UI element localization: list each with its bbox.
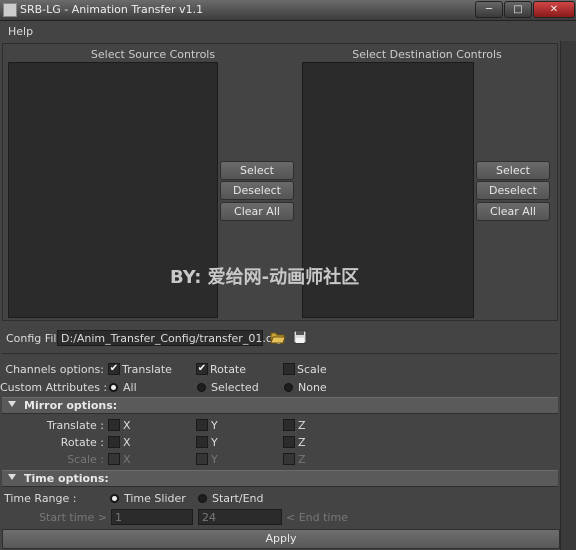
mirror-translate-z-label: Z	[298, 419, 306, 432]
scale-checkbox-label: Scale	[297, 363, 327, 376]
scrollbar[interactable]	[560, 41, 576, 550]
minimize-button[interactable]: ─	[475, 1, 503, 18]
menu-bar: Help	[0, 21, 576, 41]
time-range-label: Time Range :	[4, 492, 77, 505]
source-select-button[interactable]: Select Ctrls...	[220, 161, 294, 194]
mirror-scale-x-checkbox	[108, 453, 120, 465]
custom-attributes-label: Custom Attributes :	[0, 381, 108, 394]
source-clear-button[interactable]: Clear All	[220, 202, 294, 221]
menu-help[interactable]: Help	[8, 25, 33, 38]
scale-checkbox[interactable]	[283, 363, 295, 375]
custom-attr-selected-label: Selected	[211, 381, 259, 394]
time-options-title: Time options:	[24, 472, 109, 485]
start-end-label: Start/End	[212, 492, 264, 505]
start-time-field: 1	[111, 509, 193, 525]
save-icon[interactable]	[292, 329, 308, 345]
start-time-label: Start time >	[39, 511, 107, 524]
custom-attr-all-label: All	[123, 381, 137, 394]
destination-header: Select Destination Controls	[352, 48, 502, 61]
window-title: SRB-LG - Animation Transfer v1.1	[20, 3, 204, 16]
mirror-translate-label: Translate :	[46, 419, 104, 432]
rotate-checkbox[interactable]: ✔	[196, 363, 208, 375]
folder-open-icon[interactable]	[270, 329, 286, 345]
mirror-translate-y-label: Y	[211, 419, 218, 432]
watermark: BY: 爱给网-动画师社区	[170, 267, 360, 288]
source-header: Select Source Controls	[90, 48, 216, 61]
custom-attr-none-label: None	[298, 381, 327, 394]
mirror-rotate-y-checkbox[interactable]	[196, 436, 208, 448]
end-time-field: 24	[198, 509, 282, 525]
custom-attr-none-radio[interactable]	[284, 383, 293, 392]
rotate-checkbox-label: Rotate	[210, 363, 247, 376]
destination-clear-button[interactable]: Clear All	[476, 202, 550, 221]
end-time-label: < End time	[286, 511, 348, 524]
apply-button[interactable]: Apply	[2, 529, 560, 549]
mirror-scale-y-label: Y	[211, 453, 218, 466]
mirror-translate-y-checkbox[interactable]	[196, 419, 208, 431]
destination-select-button[interactable]: Select Ctrls...	[476, 161, 550, 194]
collapse-triangle-icon	[8, 401, 16, 407]
mirror-translate-z-checkbox[interactable]	[283, 419, 295, 431]
collapse-triangle-icon	[8, 474, 16, 480]
custom-attr-all-radio[interactable]	[109, 383, 118, 392]
translate-checkbox[interactable]: ✔	[108, 363, 120, 375]
mirror-options-header[interactable]: Mirror options:	[2, 397, 558, 414]
mirror-scale-z-label: Z	[298, 453, 306, 466]
mirror-rotate-z-checkbox[interactable]	[283, 436, 295, 448]
config-file-field[interactable]: D:/Anim_Transfer_Config/transfer_01.cfg	[57, 330, 283, 346]
mirror-scale-label: Scale :	[67, 453, 104, 466]
time-slider-label: Time Slider	[124, 492, 186, 505]
source-deselect-button[interactable]: Deselect Ctrls...	[220, 181, 294, 214]
mirror-rotate-x-label: X	[123, 436, 131, 449]
time-options-header[interactable]: Time options:	[2, 470, 558, 487]
mirror-translate-x-label: X	[123, 419, 131, 432]
custom-attr-selected-radio[interactable]	[197, 383, 206, 392]
mirror-rotate-z-label: Z	[298, 436, 306, 449]
destination-deselect-button[interactable]: Deselect Ctrls...	[476, 181, 550, 214]
mirror-scale-z-checkbox	[283, 453, 295, 465]
mirror-scale-x-label: X	[123, 453, 131, 466]
mirror-rotate-y-label: Y	[211, 436, 218, 449]
translate-checkbox-label: Translate	[122, 363, 172, 376]
mirror-options-title: Mirror options:	[24, 399, 118, 412]
mirror-scale-y-checkbox	[196, 453, 208, 465]
mirror-rotate-x-checkbox[interactable]	[108, 436, 120, 448]
mirror-translate-x-checkbox[interactable]	[108, 419, 120, 431]
channels-label: Channels options:	[5, 363, 104, 376]
separator	[2, 353, 558, 354]
title-bar: SRB-LG - Animation Transfer v1.1 ─ □ ✕	[0, 0, 576, 21]
mirror-rotate-label: Rotate :	[60, 436, 104, 449]
start-end-radio[interactable]	[198, 494, 207, 503]
close-button[interactable]: ✕	[533, 1, 575, 18]
time-slider-radio[interactable]	[110, 494, 119, 503]
app-icon	[3, 3, 17, 17]
maximize-button[interactable]: □	[504, 1, 532, 18]
